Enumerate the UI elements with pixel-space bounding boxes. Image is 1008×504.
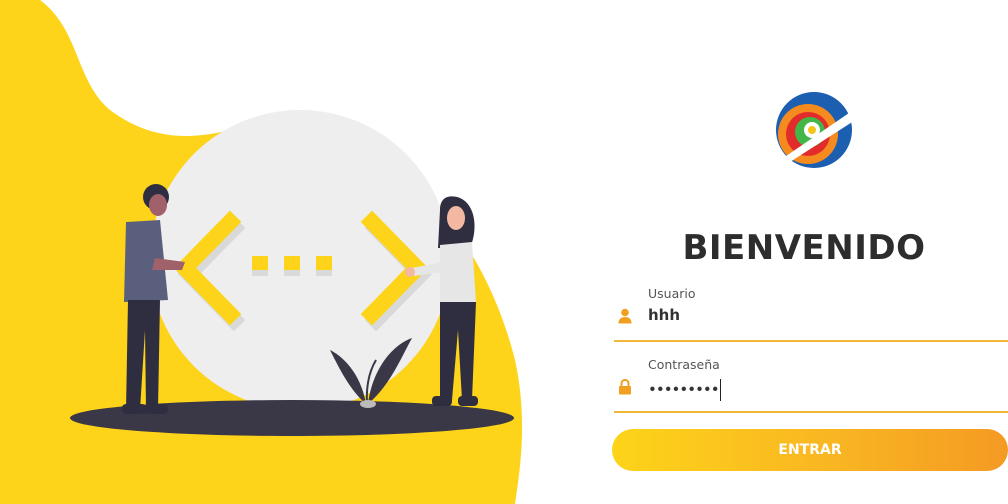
password-field[interactable]: Contraseña •••••••••	[614, 357, 1008, 413]
user-icon	[618, 308, 632, 324]
username-input[interactable]: hhh	[648, 306, 680, 324]
password-input[interactable]: •••••••••	[648, 379, 721, 401]
password-label: Contraseña	[648, 357, 720, 372]
enter-button[interactable]: ENTRAR	[612, 429, 1008, 471]
login-panel: BIENVENIDO Usuario hhh Contraseña ••••••…	[600, 0, 1008, 504]
company-logo	[754, 92, 874, 180]
password-dots: •••••••••	[648, 380, 720, 399]
illustration-collaboration	[0, 0, 523, 504]
username-label: Usuario	[648, 286, 696, 301]
lock-icon	[619, 379, 631, 395]
username-underline	[614, 340, 1008, 342]
page-title: BIENVENIDO	[682, 228, 926, 268]
username-field[interactable]: Usuario hhh	[614, 286, 1008, 342]
password-underline	[614, 411, 1008, 413]
text-caret	[719, 379, 721, 401]
